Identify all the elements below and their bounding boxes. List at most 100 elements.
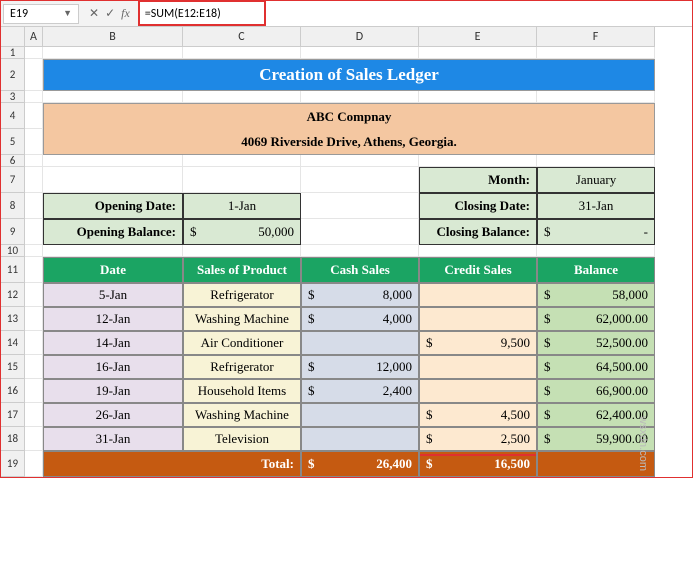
cell-date[interactable]: 16-Jan [43,355,183,379]
company-name: ABC Compnay [43,103,655,129]
table-row: 12-Jan Washing Machine $4,000 $62,000.00 [25,307,655,331]
opening-date-label: Opening Date: [43,193,183,219]
cell-credit[interactable] [419,355,537,379]
cell-cash[interactable] [301,403,419,427]
cell-reference: E19 [10,7,28,21]
row-headers: 1 2 3 4 5 6 7 8 9 10 11 12 13 14 15 16 1… [1,47,25,477]
cell-cash[interactable]: $4,000 [301,307,419,331]
row-header[interactable]: 7 [1,167,25,193]
total-label: Total: [43,451,301,477]
cell-product[interactable]: Household Items [183,379,301,403]
name-box[interactable]: E19 ▼ [3,4,79,24]
enter-icon[interactable]: ✓ [105,6,115,21]
opening-balance-value: $50,000 [183,219,301,245]
opening-date-value: 1-Jan [183,193,301,219]
cell-product[interactable]: Refrigerator [183,283,301,307]
cell-product[interactable]: Washing Machine [183,307,301,331]
highlight-formula [138,0,266,26]
th-product: Sales of Product [183,257,301,283]
cancel-icon[interactable]: ✕ [89,6,99,21]
col-header-F[interactable]: F [537,27,655,47]
cell-product[interactable]: Washing Machine [183,403,301,427]
table-row: 5-Jan Refrigerator $8,000 $58,000 [25,283,655,307]
row-header[interactable]: 10 [1,245,25,257]
chevron-down-icon[interactable]: ▼ [63,8,72,19]
col-header-E[interactable]: E [419,27,537,47]
month-label: Month: [419,167,537,193]
fx-icon[interactable]: fx [121,6,130,21]
row-header[interactable]: 16 [1,379,25,403]
cell-cash[interactable]: $2,400 [301,379,419,403]
cell-date[interactable]: 12-Jan [43,307,183,331]
closing-date-label: Closing Date: [419,193,537,219]
cell-date[interactable]: 19-Jan [43,379,183,403]
row-header[interactable]: 13 [1,307,25,331]
cell-date[interactable]: 31-Jan [43,427,183,451]
company-address: 4069 Riverside Drive, Athens, Georgia. [43,129,655,155]
cell-credit[interactable]: $2,500 [419,427,537,451]
cell-balance[interactable]: $64,500.00 [537,355,655,379]
table-row: 14-Jan Air Conditioner $9,500 $52,500.00 [25,331,655,355]
th-cash: Cash Sales [301,257,419,283]
col-header-C[interactable]: C [183,27,301,47]
closing-date-value: 31-Jan [537,193,655,219]
total-credit: $16,500 [419,451,537,477]
cell-balance[interactable]: $66,900.00 [537,379,655,403]
row-header[interactable]: 6 [1,155,25,167]
row-header[interactable]: 12 [1,283,25,307]
table-row: 26-Jan Washing Machine $4,500 $62,400.00 [25,403,655,427]
cell-cash[interactable] [301,427,419,451]
cell-product[interactable]: Television [183,427,301,451]
col-header-D[interactable]: D [301,27,419,47]
row-header[interactable]: 11 [1,257,25,283]
cell-date[interactable]: 5-Jan [43,283,183,307]
cell-date[interactable]: 14-Jan [43,331,183,355]
th-credit: Credit Sales [419,257,537,283]
th-date: Date [43,257,183,283]
row-header[interactable]: 15 [1,355,25,379]
cell-credit[interactable] [419,283,537,307]
table-row: 31-Jan Television $2,500 $59,900.00 [25,427,655,451]
cell-credit[interactable] [419,379,537,403]
select-all-corner[interactable] [1,27,25,47]
closing-balance-value: $- [537,219,655,245]
col-header-A[interactable]: A [25,27,43,47]
total-cash: $26,400 [301,451,419,477]
formula-input[interactable]: =SUM(E12:E18) [138,1,692,26]
row-header[interactable]: 14 [1,331,25,355]
cell-product[interactable]: Refrigerator [183,355,301,379]
cell-balance[interactable]: $62,000.00 [537,307,655,331]
cell-cash[interactable]: $12,000 [301,355,419,379]
opening-balance-label: Opening Balance: [43,219,183,245]
closing-balance-label: Closing Balance: [419,219,537,245]
cell-credit[interactable]: $9,500 [419,331,537,355]
cell-balance[interactable]: $52,500.00 [537,331,655,355]
formula-bar-icons: ✕ ✓ fx [81,6,138,21]
spreadsheet-grid[interactable]: Creation of Sales Ledger ABC Compnay 406… [25,47,655,477]
cell-cash[interactable] [301,331,419,355]
col-header-B[interactable]: B [43,27,183,47]
row-header[interactable]: 18 [1,427,25,451]
row-header[interactable]: 1 [1,47,25,59]
cell-credit[interactable] [419,307,537,331]
page-title: Creation of Sales Ledger [43,59,655,91]
cell-credit[interactable]: $4,500 [419,403,537,427]
formula-bar: E19 ▼ ✕ ✓ fx =SUM(E12:E18) [1,1,692,27]
cell-balance[interactable]: $58,000 [537,283,655,307]
th-balance: Balance [537,257,655,283]
cell-product[interactable]: Air Conditioner [183,331,301,355]
watermark: wsxdn.com [637,416,649,471]
row-header[interactable]: 3 [1,91,25,103]
month-value: January [537,167,655,193]
row-header[interactable]: 8 [1,193,25,219]
cell-cash[interactable]: $8,000 [301,283,419,307]
row-header[interactable]: 5 [1,129,25,155]
row-header[interactable]: 2 [1,59,25,91]
table-row: 16-Jan Refrigerator $12,000 $64,500.00 [25,355,655,379]
row-header[interactable]: 19 [1,451,25,477]
row-header[interactable]: 4 [1,103,25,129]
table-row: 19-Jan Household Items $2,400 $66,900.00 [25,379,655,403]
cell-date[interactable]: 26-Jan [43,403,183,427]
row-header[interactable]: 17 [1,403,25,427]
row-header[interactable]: 9 [1,219,25,245]
